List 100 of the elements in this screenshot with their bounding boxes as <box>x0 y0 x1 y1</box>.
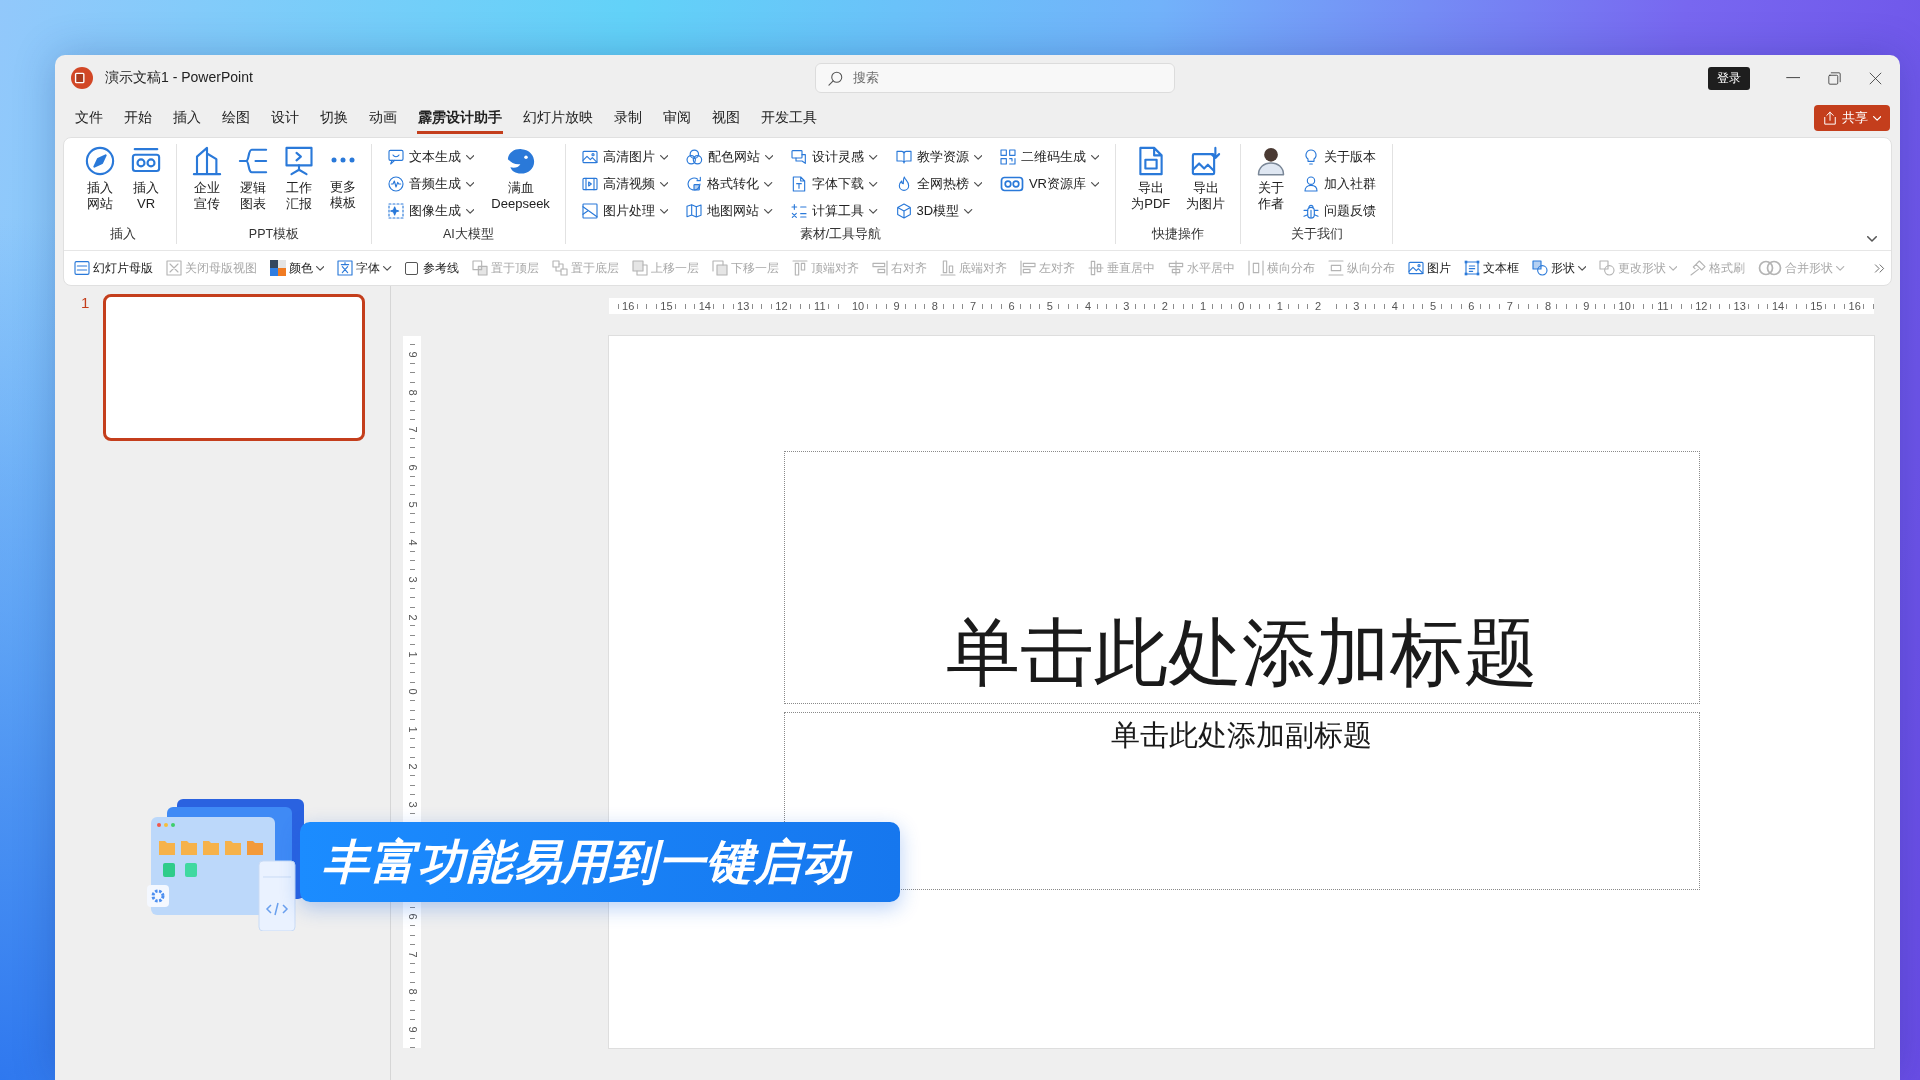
search-field[interactable]: 搜索 <box>815 63 1175 93</box>
sign-in-button[interactable]: 登录 <box>1707 66 1750 90</box>
building-icon <box>192 146 222 176</box>
ribbon-menu-button[interactable]: 教学资源 <box>891 144 986 170</box>
ruler-number: 2 <box>406 762 418 771</box>
toolbar-button[interactable]: 颜色 <box>266 256 329 280</box>
color-swatch-icon <box>270 260 286 276</box>
checkbox-option[interactable]: 参考线 <box>400 256 463 280</box>
tab[interactable]: 视图 <box>702 102 750 134</box>
ribbon-button[interactable]: 导出为图片 <box>1183 144 1229 214</box>
toolbar-button[interactable]: 文本框 <box>1459 256 1523 280</box>
ribbon-group-label: 快捷操作 <box>1151 226 1206 243</box>
ribbon-menu-button[interactable]: 音频生成 <box>384 171 479 197</box>
ruler-number: 6 <box>1467 300 1476 312</box>
double-chevron-icon[interactable] <box>1874 262 1885 274</box>
ribbon-menu-button[interactable]: 格式转化 <box>682 171 778 197</box>
share-button[interactable]: 共享 <box>1813 105 1890 131</box>
ribbon-menu-button[interactable]: 文本生成 <box>384 144 479 170</box>
ribbon-menu-button[interactable]: 地图网站 <box>682 198 778 224</box>
ribbon-menu-button[interactable]: VR资源库 <box>995 171 1104 197</box>
ruler-number: 5 <box>406 500 418 509</box>
tab[interactable]: 审阅 <box>653 102 701 134</box>
tab[interactable]: 文件 <box>65 102 113 134</box>
ruler-number: 0 <box>1237 300 1246 312</box>
ribbon-menu-button[interactable]: 高清视频 <box>577 171 673 197</box>
tab[interactable]: 插入 <box>163 102 211 134</box>
toolbar-button[interactable]: 形状 <box>1527 256 1590 280</box>
ribbon-button[interactable]: 关于作者 <box>1253 144 1290 214</box>
tab[interactable]: 动画 <box>359 102 407 134</box>
ruler-number: 11 <box>1656 300 1670 312</box>
ribbon-menu-button[interactable]: 计算工具 <box>787 198 882 224</box>
ruler-number: 0 <box>406 687 418 696</box>
ruler-number: 11 <box>813 300 827 312</box>
ribbon-button[interactable]: 导出为PDF <box>1128 144 1174 214</box>
ribbon-menu-button[interactable]: 全网热榜 <box>891 171 986 197</box>
video-frame-icon <box>581 176 598 192</box>
ruler-number: 1 <box>406 650 418 659</box>
image-frame-icon <box>581 203 598 219</box>
ribbon-menu-button[interactable]: 高清图片 <box>577 144 673 170</box>
ribbon-button[interactable]: 工作汇报 <box>281 144 317 214</box>
toolbar-button[interactable]: 幻灯片母版 <box>70 256 157 280</box>
ribbon-button[interactable]: 更多模板 <box>327 144 359 213</box>
tab[interactable]: 开始 <box>114 102 162 134</box>
restore-icon[interactable] <box>1828 71 1841 85</box>
stacked-squares-icon <box>711 260 728 276</box>
slide-thumbnail[interactable] <box>103 294 366 441</box>
ribbon-menu-button[interactable]: 配色网站 <box>682 144 778 170</box>
circular-arrow-icon <box>686 176 703 192</box>
ruler-number: 14 <box>1770 300 1786 312</box>
map-icon <box>686 203 703 219</box>
tab[interactable]: 幻灯片放映 <box>513 102 603 134</box>
subtitle-text: 单击此处添加副标题 <box>1111 718 1372 753</box>
ruler-number: 14 <box>697 300 712 312</box>
ribbon-button[interactable]: 问题反馈 <box>1299 198 1381 224</box>
ruler-number: 2 <box>1314 300 1323 312</box>
title-placeholder[interactable]: 单击此处添加标题 <box>783 451 1700 704</box>
qr-code-icon <box>999 149 1016 165</box>
ruler-number: 7 <box>406 950 418 959</box>
chat-bubbles-icon <box>791 149 808 165</box>
lightbulb-icon <box>1303 149 1320 165</box>
close-icon[interactable] <box>1869 71 1882 85</box>
ribbon-group-label: 关于我们 <box>1289 226 1344 243</box>
toolbar-button[interactable]: 字体 <box>333 256 396 280</box>
minimize-icon[interactable] <box>1785 77 1800 79</box>
ribbon-menu-button[interactable]: 图片处理 <box>577 198 673 224</box>
shapes-icon <box>1599 260 1615 276</box>
tab[interactable]: 开发工具 <box>751 102 827 134</box>
ribbon-menu-button[interactable]: 字体下载 <box>787 171 882 197</box>
ribbon-button[interactable]: 插入VR <box>128 144 164 214</box>
ruler-number: 5 <box>1045 300 1054 312</box>
merge-circles-icon <box>1758 260 1783 276</box>
tab[interactable]: 切换 <box>310 102 358 134</box>
ruler-number: 2 <box>406 612 418 622</box>
toolbar-button[interactable]: 图片 <box>1403 256 1455 280</box>
ruler-number: 12 <box>1694 300 1709 312</box>
tab[interactable]: 录制 <box>604 102 652 134</box>
caret-icon[interactable] <box>1867 236 1877 242</box>
ribbon-button[interactable]: 插入网站 <box>82 144 118 214</box>
ruler-number: 12 <box>774 300 789 312</box>
tab[interactable]: 绘图 <box>212 102 260 134</box>
slide-number: 1 <box>81 294 90 311</box>
image-icon <box>581 149 598 165</box>
ribbon-button[interactable]: 加入社群 <box>1299 171 1381 197</box>
presentation-board-icon <box>284 146 314 176</box>
stacked-squares-icon <box>471 260 488 276</box>
ribbon-button[interactable]: 关于版本 <box>1299 144 1381 170</box>
ruler-number: 7 <box>406 425 418 434</box>
ribbon-menu-button[interactable]: 3D模型 <box>891 198 986 224</box>
ribbon-menu-button[interactable]: 图像生成 <box>384 198 479 224</box>
ribbon-menu-button[interactable]: 设计灵感 <box>787 144 882 170</box>
ruler-number: 1 <box>406 725 418 734</box>
ribbon-button[interactable]: 企业宣传 <box>189 144 225 214</box>
paintbrush-icon <box>1690 260 1707 276</box>
tab[interactable]: 设计 <box>261 102 309 134</box>
ruler-number: 9 <box>892 300 901 312</box>
ribbon-menu-button[interactable]: 二维码生成 <box>995 144 1104 170</box>
ruler-number: 8 <box>406 987 418 996</box>
ribbon-button[interactable]: 逻辑图表 <box>235 144 271 214</box>
ribbon-button[interactable]: 满血Deepseek <box>488 144 553 214</box>
ruler-number: 10 <box>1617 300 1632 312</box>
